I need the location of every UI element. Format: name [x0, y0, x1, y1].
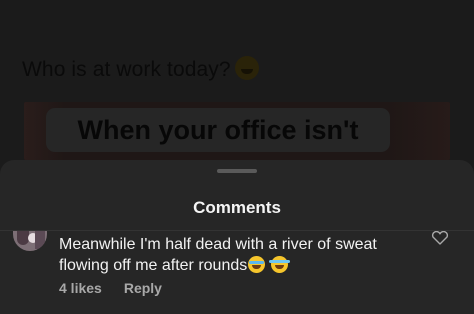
- screen: Who is at work today? When your office i…: [0, 0, 474, 314]
- reply-button[interactable]: Reply: [124, 280, 162, 296]
- comment-meta: 4 likes Reply: [59, 280, 184, 296]
- likes-count[interactable]: 4 likes: [59, 280, 102, 296]
- heart-outline-icon[interactable]: [430, 231, 450, 245]
- face-with-tears-of-joy-icon: [268, 256, 290, 273]
- sheet-drag-handle[interactable]: [217, 169, 257, 173]
- comment-text: Meanwhile I'm half dead with a river of …: [59, 236, 377, 274]
- sheet-title: Comments: [193, 198, 281, 217]
- avatar[interactable]: [13, 231, 47, 251]
- loudly-crying-face-icon: [248, 256, 266, 273]
- post-caption-text: Who is at work today?: [22, 58, 231, 81]
- dizzy-face-emoji-icon: [234, 56, 259, 80]
- post-media[interactable]: When your office isn't: [24, 102, 450, 160]
- comment-item: Meanwhile I'm half dead with a river of …: [0, 231, 474, 314]
- media-text: When your office isn't: [77, 115, 359, 145]
- post-caption: Who is at work today?: [22, 56, 259, 82]
- comments-sheet: Comments Meanwhile I'm half dead with a …: [0, 160, 474, 314]
- comment-body: Meanwhile I'm half dead with a river of …: [59, 234, 419, 276]
- media-banner: When your office isn't: [46, 108, 390, 152]
